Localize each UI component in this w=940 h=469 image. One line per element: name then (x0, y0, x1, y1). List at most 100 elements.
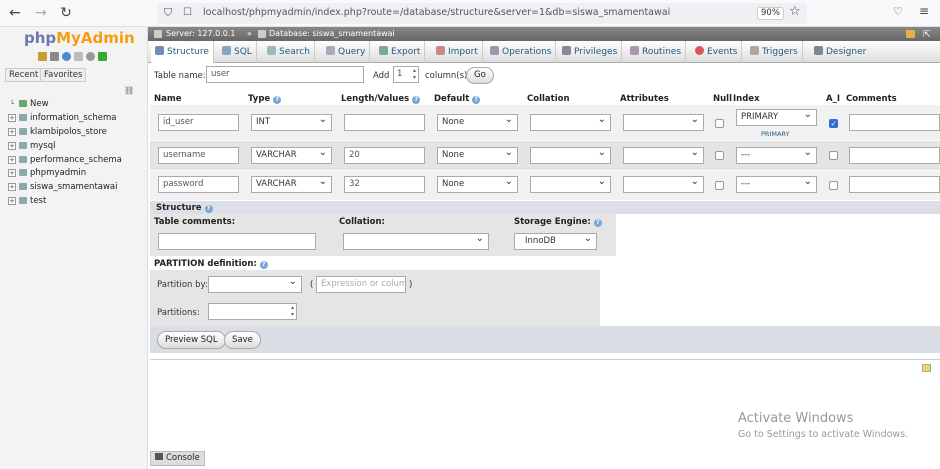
pocket-icon[interactable]: ♡ (893, 6, 903, 18)
tab-export[interactable]: Export (375, 41, 426, 63)
table-collation-select[interactable] (343, 233, 489, 250)
tab-sql[interactable]: SQL (218, 41, 257, 63)
tab-routines[interactable]: Routines (626, 41, 687, 63)
column-default-select[interactable]: None (437, 176, 518, 193)
zoom-level[interactable]: 90% (757, 7, 784, 20)
column-collation-select[interactable] (530, 147, 611, 164)
column-name-input[interactable]: username (158, 147, 239, 164)
null-checkbox[interactable] (715, 119, 724, 128)
index-primary-link[interactable]: PRIMARY (761, 130, 789, 138)
spinner-icon[interactable]: ▴ ▾ (291, 304, 294, 318)
help-icon[interactable]: ? (204, 205, 213, 213)
auto-increment-checkbox[interactable] (829, 151, 838, 160)
column-length-input[interactable]: 32 (344, 176, 425, 193)
column-type-select[interactable]: VARCHAR (251, 176, 332, 193)
sidebar-item-mysql[interactable]: + mysql (8, 141, 56, 152)
expand-icon[interactable]: + (8, 114, 16, 122)
settings-gear-icon[interactable] (906, 30, 915, 38)
column-name-input[interactable]: password (158, 176, 239, 193)
sidebar-item-siswa-smamentawai[interactable]: + siswa_smamentawai (8, 182, 118, 193)
add-columns-input[interactable]: 1 ▴ ▾ (393, 66, 419, 83)
go-button[interactable]: Go (466, 67, 494, 84)
settings-icon[interactable] (86, 52, 95, 61)
null-checkbox[interactable] (715, 181, 724, 190)
column-index-select[interactable]: --- (736, 176, 817, 193)
sidebar-item-phpmyadmin[interactable]: + phpmyadmin (8, 168, 86, 179)
console-tab[interactable]: Console (150, 451, 205, 466)
column-type-select[interactable]: INT (251, 114, 332, 131)
expand-icon[interactable]: + (8, 128, 16, 136)
tab-structure[interactable]: Structure (151, 41, 214, 63)
save-button[interactable]: Save (224, 331, 261, 349)
column-comments-input[interactable] (849, 176, 940, 193)
sidebar-item-new[interactable]: └ New (8, 99, 49, 110)
tab-operations[interactable]: Operations (486, 41, 557, 63)
bookmark-star-icon[interactable]: ☆ (789, 5, 801, 19)
column-attributes-select[interactable] (623, 114, 704, 131)
breadcrumb-server[interactable]: Server: 127.0.0.1 (166, 27, 236, 41)
storage-engine-select[interactable]: InnoDB (514, 233, 597, 250)
tab-designer[interactable]: Designer (810, 41, 870, 63)
sidebar-item-klambipolos-store[interactable]: + klambipolos_store (8, 127, 107, 138)
column-length-input[interactable] (344, 114, 425, 131)
auto-increment-checkbox[interactable] (829, 181, 838, 190)
sidebar-item-information-schema[interactable]: + information_schema (8, 113, 117, 124)
preview-sql-button[interactable]: Preview SQL (157, 331, 226, 349)
expand-icon[interactable]: + (8, 183, 16, 191)
table-comments-input[interactable] (158, 233, 316, 250)
column-name-input[interactable]: id_user (158, 114, 239, 131)
column-attributes-select[interactable] (623, 176, 704, 193)
help-icon[interactable] (62, 52, 71, 61)
reload-icon[interactable]: ↻ (57, 5, 75, 21)
column-length-input[interactable]: 20 (344, 147, 425, 164)
table-name-input[interactable]: user (206, 66, 364, 83)
reload-nav-icon[interactable] (98, 52, 107, 61)
help-icon[interactable]: ? (412, 96, 421, 104)
help-icon[interactable]: ? (273, 96, 282, 104)
column-collation-select[interactable] (530, 114, 611, 131)
column-default-select[interactable]: None (437, 147, 518, 164)
forward-icon[interactable]: → (32, 5, 50, 21)
column-comments-input[interactable] (849, 114, 940, 131)
tab-privileges[interactable]: Privileges (558, 41, 623, 63)
url-text[interactable]: localhost/phpmyadmin/index.php?route=/da… (203, 7, 670, 18)
tab-query[interactable]: Query (322, 41, 371, 63)
partitions-input[interactable]: ▴ ▾ (208, 303, 297, 320)
page-settings-icon[interactable] (922, 364, 931, 372)
sidebar-item-test[interactable]: + test (8, 196, 46, 207)
help-icon[interactable]: ? (259, 261, 268, 269)
partition-expression-input[interactable]: Expression or column list (316, 276, 406, 293)
shield-icon[interactable]: ⛉ (164, 7, 172, 19)
column-index-select[interactable]: --- (736, 147, 817, 164)
column-type-select[interactable]: VARCHAR (251, 147, 332, 164)
page-info-icon[interactable]: ☐ (183, 7, 192, 19)
collapse-icon[interactable]: ⇱ (923, 28, 931, 42)
auto-increment-checkbox[interactable]: ✓ (829, 119, 838, 128)
menu-icon[interactable]: ≡ (919, 5, 929, 18)
link-icon[interactable]: ⛓ (124, 86, 134, 95)
expand-icon[interactable]: + (8, 156, 16, 164)
null-checkbox[interactable] (715, 151, 724, 160)
help-icon[interactable]: ? (593, 219, 602, 227)
expand-icon[interactable]: + (8, 169, 16, 177)
tab-events[interactable]: Events (691, 41, 743, 63)
expand-icon[interactable]: + (8, 197, 16, 205)
logout-icon[interactable] (50, 52, 59, 61)
help-icon[interactable]: ? (472, 96, 481, 104)
tab-triggers[interactable]: Triggers (746, 41, 803, 63)
home-icon[interactable] (38, 52, 47, 61)
partition-by-select[interactable] (208, 276, 302, 293)
spinner-icon[interactable]: ▴ ▾ (413, 67, 416, 81)
phpmyadmin-logo[interactable]: phpMyAdmin (24, 29, 135, 47)
docs-icon[interactable] (74, 52, 83, 61)
column-index-select[interactable]: PRIMARY (736, 109, 817, 126)
back-icon[interactable]: ← (6, 5, 24, 21)
expand-icon[interactable]: + (8, 142, 16, 150)
favorites-button[interactable]: Favorites (40, 68, 87, 82)
column-collation-select[interactable] (530, 176, 611, 193)
sidebar-item-performance-schema[interactable]: + performance_schema (8, 155, 122, 166)
breadcrumb-database[interactable]: Database: siswa_smamentawai (269, 27, 395, 41)
column-default-select[interactable]: None (437, 114, 518, 131)
tab-import[interactable]: Import (432, 41, 483, 63)
column-comments-input[interactable] (849, 147, 940, 164)
